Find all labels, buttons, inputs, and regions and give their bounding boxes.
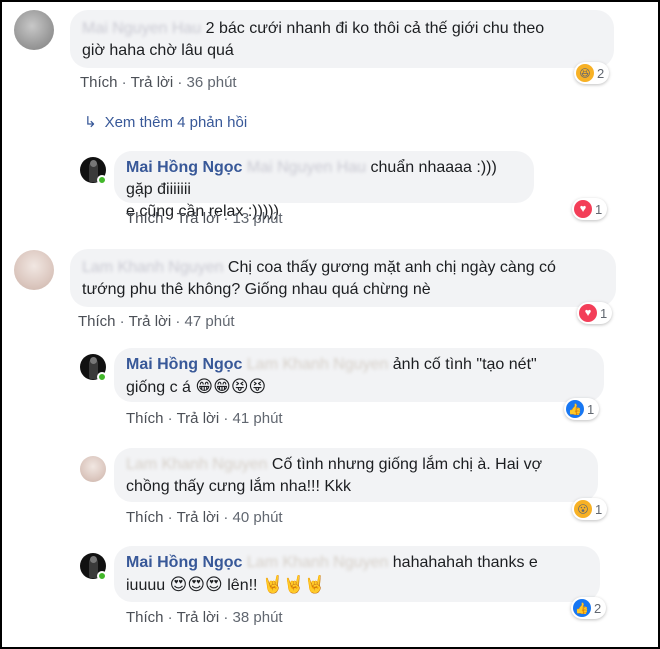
reply-link[interactable]: Trả lời [177,509,220,526]
avatar[interactable] [14,250,54,290]
like-link[interactable]: Thích [126,509,164,526]
like-link[interactable]: Thích [126,410,164,427]
like-reaction-icon: 👍 [566,400,584,418]
comment-author-name[interactable]: Mai Hồng Ngọc [126,356,242,373]
comment-author-name[interactable]: Lam Khanh Nguyen [126,456,267,473]
comment-time[interactable]: 13 phút [233,210,283,227]
comment-author-name[interactable]: Mai Nguyen Hau [82,20,201,37]
like-link[interactable]: Thích [80,74,118,91]
comment-time[interactable]: 36 phút [187,74,237,91]
like-link[interactable]: Thích [126,210,164,227]
comment-actions: Thích · Trả lời · 36 phút [80,74,237,91]
comment-text: Chị coa thấy gương mặt anh chị ngày càng… [227,259,556,276]
view-more-label: Xem thêm 4 phản hồi [104,113,248,131]
grin-emoji-icon: 😁😁😝😝 [195,377,267,396]
reaction-count: 2 [597,65,605,81]
love-reaction-icon: ♥ [574,200,592,218]
comment-text-line2: giờ haha chờ lâu quá [82,42,234,59]
heart-eyes-emoji-icon: 😍😍😍 [169,575,223,594]
view-more-replies[interactable]: ↳ Xem thêm 4 phản hồi [84,113,248,132]
reaction-count: 2 [594,600,602,616]
avatar[interactable] [14,10,54,50]
comment-author-name[interactable]: Lam Khanh Nguyen [82,259,223,276]
reply-link[interactable]: Trả lời [177,609,220,626]
avatar[interactable] [80,456,106,482]
reaction-badge[interactable]: 👍 2 [571,597,607,619]
haha-reaction-icon: 😆 [576,64,594,82]
comment-bubble: Mai Hồng Ngọc Lam Khanh Nguyen ảnh cố tì… [114,348,604,402]
comment-bubble: Mai Hồng Ngọc Lam Khanh Nguyen hahahahah… [114,546,600,602]
like-link[interactable]: Thích [126,609,164,626]
comment-text-line2: chồng thấy cưng lắm nha!!! Kkk [126,478,352,495]
reaction-count: 1 [595,201,603,217]
comment-bubble: Mai Nguyen Hau 2 bác cưới nhanh đi ko th… [70,10,614,68]
comment-bubble: Lam Khanh Nguyen Chị coa thấy gương mặt … [70,249,616,307]
comment-author-name[interactable]: Mai Hồng Ngọc [126,159,242,176]
reaction-badge[interactable]: ♥ 1 [577,302,613,324]
reply-link[interactable]: Trả lời [129,313,172,330]
comment-text-line2: iuuuu [126,577,166,594]
comment-actions: Thích · Trả lời · 40 phút [126,509,283,526]
love-reaction-icon: ♥ [579,304,597,322]
comment-actions: Thích · Trả lời · 47 phút [78,313,235,330]
like-reaction-icon: 👍 [573,599,591,617]
wow-reaction-icon: 😮 [574,500,592,518]
reaction-count: 1 [595,501,603,517]
tagged-user[interactable]: Lam Khanh Nguyen [247,554,388,571]
tagged-user[interactable]: Lam Khanh Nguyen [247,356,388,373]
comment-time[interactable]: 40 phút [233,509,283,526]
comment-text: ảnh cố tình "tạo nét" [392,356,537,373]
reaction-count: 1 [600,305,608,321]
reply-arrow-icon: ↳ [84,114,97,131]
comment-bubble: Lam Khanh Nguyen Cố tình nhưng giống lắm… [114,448,598,502]
comment-text-line2: giống c á [126,379,191,396]
online-indicator [97,571,107,581]
reaction-count: 1 [587,401,595,417]
tagged-user[interactable]: Mai Nguyen Hau [247,159,366,176]
reaction-badge[interactable]: 😆 2 [574,62,610,84]
comment-actions: Thích · Trả lời · 13 phút [126,210,283,227]
comment-text: Cố tình nhưng giống lắm chị à. Hai vợ [271,456,543,473]
online-indicator [97,372,107,382]
reply-link[interactable]: Trả lời [131,74,174,91]
comment-time[interactable]: 41 phút [233,410,283,427]
reply-link[interactable]: Trả lời [177,210,220,227]
reaction-badge[interactable]: 👍 1 [564,398,600,420]
comment-text-suffix: lên!! [227,577,258,594]
reaction-badge[interactable]: 😮 1 [572,498,608,520]
online-indicator [97,175,107,185]
comment-bubble: Mai Hồng Ngọc Mai Nguyen Hau chuẩn nhaaa… [114,151,534,220]
comment-time[interactable]: 38 phút [233,609,283,626]
comment-text: hahahahah thanks e [392,554,538,571]
like-link[interactable]: Thích [78,313,116,330]
reaction-badge[interactable]: ♥ 1 [572,198,608,220]
comment-text-line2: tướng phu thê không? Giống nhau quá chừn… [82,281,431,298]
comment-author-name[interactable]: Mai Hồng Ngọc [126,554,242,571]
rock-hand-emoji-icon: 🤘🤘🤘 [261,575,326,594]
reply-link[interactable]: Trả lời [177,410,220,427]
comment-time[interactable]: 47 phút [185,313,235,330]
comment-text: 2 bác cưới nhanh đi ko thôi cả thế giới … [205,20,545,37]
comment-actions: Thích · Trả lời · 41 phút [126,410,283,427]
comment-actions: Thích · Trả lời · 38 phút [126,609,283,626]
